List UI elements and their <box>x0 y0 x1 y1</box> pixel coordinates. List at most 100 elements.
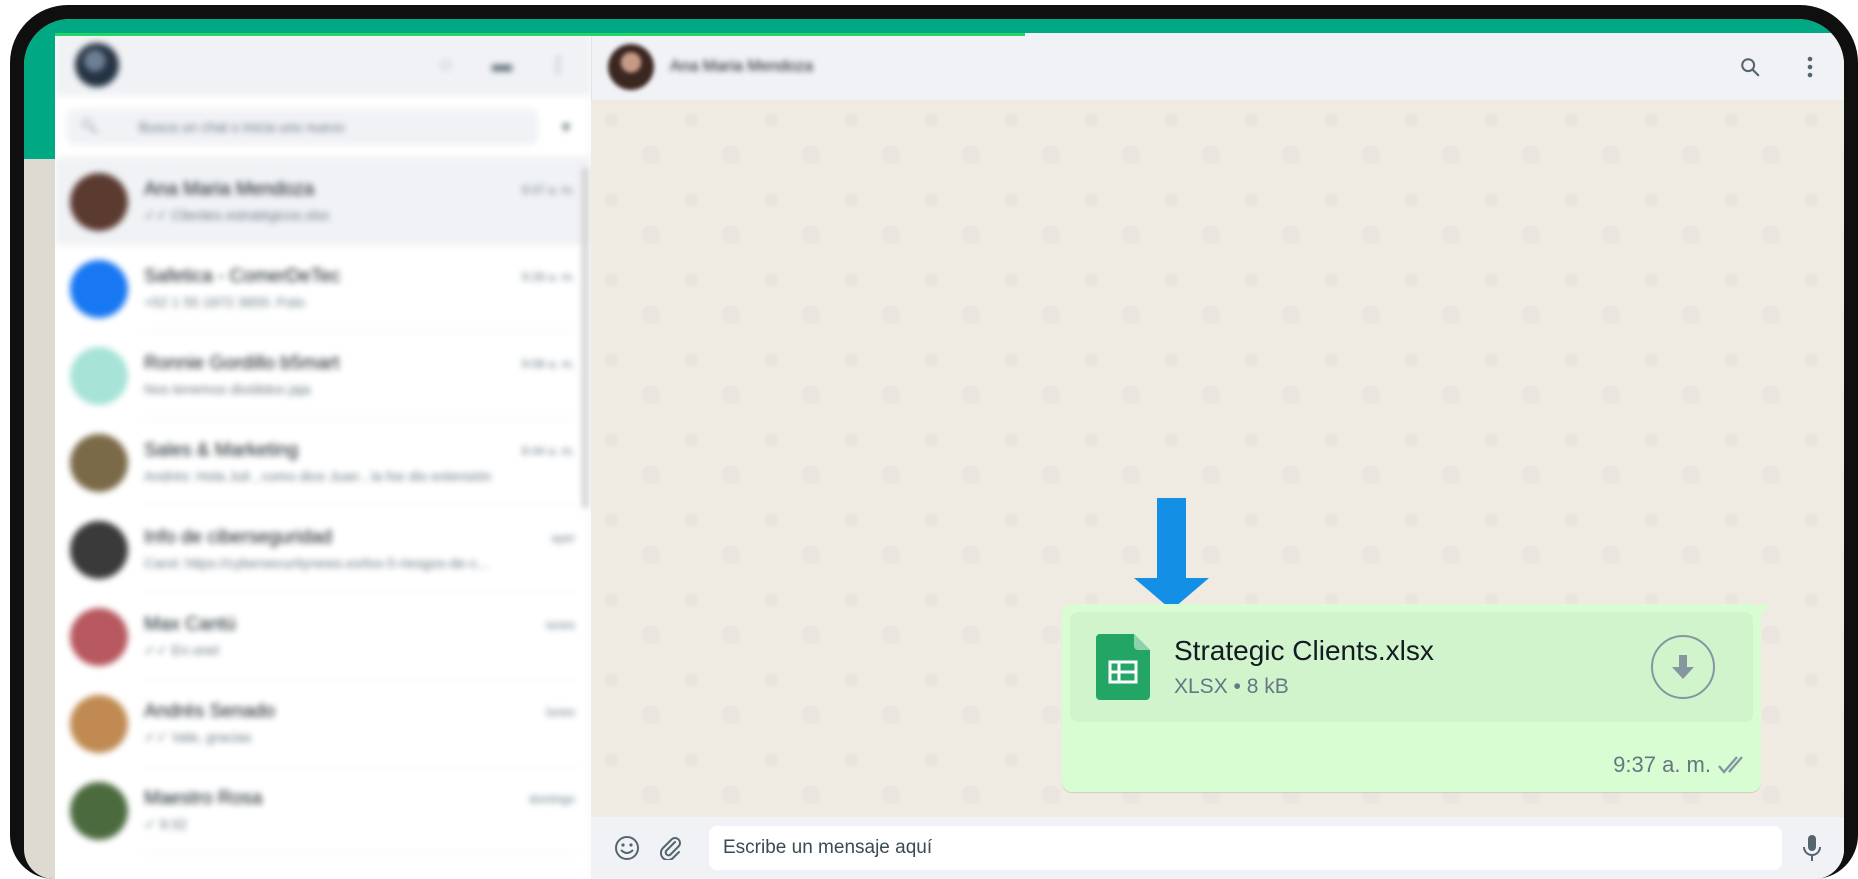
download-icon <box>1672 655 1694 679</box>
chat-row-top: Max Cantú lunes <box>144 614 575 636</box>
file-type: XLSX <box>1174 675 1228 698</box>
profile-avatar[interactable] <box>75 42 119 87</box>
chat-row-bottom: ✓✓ Clientes estratégicos.xlsx <box>144 201 575 224</box>
chat-time: lunes <box>546 617 575 632</box>
chat-list-item[interactable]: Sales & Marketing 8:44 a. m. Andrés: Hola … <box>55 419 590 506</box>
chat-name: Info de ciberseguridad <box>144 527 333 548</box>
arrow-down-icon <box>1134 498 1209 610</box>
chat-preview: +52 1 55 1872 3655: Foto <box>144 294 305 310</box>
spreadsheet-file-icon <box>1096 634 1150 700</box>
search-icon[interactable] <box>1730 47 1770 87</box>
chat-avatar <box>70 694 128 753</box>
bubble-tail <box>1759 604 1769 618</box>
chat-time: lunes <box>546 704 575 719</box>
message-composer <box>591 817 1844 879</box>
message-timestamp: 9:37 a. m. <box>1613 752 1749 778</box>
chat-name: Ana Maria Mendoza <box>144 178 315 200</box>
new-chat-icon[interactable]: ▬ <box>490 53 514 77</box>
search-icon: 🔍︎ <box>81 118 99 134</box>
chat-meta: Ronnie Gordillo b5mart 9:08 a. m. Nos tene… <box>144 332 575 419</box>
chat-preview: ✓ 9:32 <box>144 815 187 832</box>
chat-time: 9:28 a. m. <box>521 270 575 284</box>
message-input[interactable] <box>709 826 1782 870</box>
chat-list-item[interactable]: Ana Maria Mendoza 9:37 a. m. ✓✓ Clientes e… <box>55 158 590 245</box>
file-size: 8 kB <box>1246 675 1289 698</box>
chat-meta: Max Cantú lunes ✓✓ En onel <box>144 593 575 680</box>
window-background: ◌ ▬ ⋮ 🔍︎ Busca un chat o inicia uno nuev… <box>24 19 1844 879</box>
chat-preview: Carol: https://cybersecuritynews.es/los-… <box>144 555 489 571</box>
chat-avatar <box>70 781 128 840</box>
file-attachment[interactable]: Strategic Clients.xlsx XLSX • 8 kB <box>1070 612 1753 722</box>
contact-avatar[interactable] <box>608 43 654 90</box>
sidebar-header: ◌ ▬ ⋮ <box>55 33 590 96</box>
emoji-icon[interactable] <box>613 834 641 862</box>
conversation-panel: Ana Maria Mendoza Strategic Clients.xlsx… <box>591 33 1844 879</box>
message-area: Strategic Clients.xlsx XLSX • 8 kB 9:37 … <box>591 100 1844 817</box>
chat-time: 8:44 a. m. <box>521 444 575 458</box>
chat-row-bottom: Carol: https://cybersecuritynews.es/los-… <box>144 549 575 571</box>
chat-row-top: Safetica - ComerDeTec 9:28 a. m. <box>144 266 575 288</box>
chat-name: Andrés Senado <box>144 700 275 722</box>
chat-name: Ronnie Gordillo b5mart <box>144 353 340 374</box>
chat-name: Maestro Rosa <box>144 787 263 809</box>
chat-list-item[interactable]: Andrés Senado lunes ✓✓ Vale, gracias <box>55 680 590 767</box>
chat-list-item[interactable]: Ronnie Gordillo b5mart 9:08 a. m. Nos tene… <box>55 332 590 419</box>
double-check-icon <box>1718 756 1743 774</box>
sidebar-scrollbar[interactable] <box>582 168 588 508</box>
chat-preview: ✓✓ Clientes estratégicos.xlsx <box>144 206 330 223</box>
chat-name: Safetica - ComerDeTec <box>144 266 341 287</box>
search-placeholder: Busca un chat o inicia uno nuevo <box>138 118 345 135</box>
conversation-header: Ana Maria Mendoza <box>591 33 1844 100</box>
chat-time: domingo <box>528 791 575 806</box>
chat-preview: ✓✓ En onel <box>144 641 219 658</box>
chat-list-item[interactable]: Max Cantú lunes ✓✓ En onel <box>55 593 590 680</box>
whatsapp-web-app: ◌ ▬ ⋮ 🔍︎ Busca un chat o inicia uno nuev… <box>55 33 1844 879</box>
chat-preview: Andrés: Hola Juli , como dice Juan , la … <box>144 468 492 484</box>
chat-list-item[interactable]: Safetica - ComerDeTec 9:28 a. m. +52 1 55 … <box>55 245 590 332</box>
chat-row-top: Info de ciberseguridad ayer <box>144 527 575 549</box>
chat-name: Sales & Marketing <box>144 440 299 461</box>
search-box[interactable]: 🔍︎ Busca un chat o inicia uno nuevo <box>67 108 538 145</box>
chat-list: Ana Maria Mendoza 9:37 a. m. ✓✓ Clientes e… <box>55 158 590 854</box>
chat-name: Max Cantú <box>144 613 236 635</box>
chat-row-bottom: ✓✓ Vale, gracias <box>144 723 575 746</box>
chat-row-top: Ronnie Gordillo b5mart 9:08 a. m. <box>144 353 575 375</box>
chat-meta: Info de ciberseguridad ayer Carol: https:/… <box>144 506 575 593</box>
chat-time: 9:37 a. m. <box>521 182 575 197</box>
contact-name[interactable]: Ana Maria Mendoza <box>670 58 1710 76</box>
file-info-separator: • <box>1233 675 1241 698</box>
chat-row-bottom: ✓✓ En onel <box>144 636 575 659</box>
menu-icon[interactable]: ⋮ <box>546 53 570 77</box>
chat-sidebar: ◌ ▬ ⋮ 🔍︎ Busca un chat o inicia uno nuev… <box>55 33 591 879</box>
chat-meta: Ana Maria Mendoza 9:37 a. m. ✓✓ Clientes e… <box>144 158 575 245</box>
chat-list-item[interactable]: Info de ciberseguridad ayer Carol: https:/… <box>55 506 590 593</box>
mic-icon[interactable] <box>1798 834 1826 862</box>
chat-list-item[interactable]: Maestro Rosa domingo ✓ 9:32 <box>55 767 590 854</box>
chat-meta: Andrés Senado lunes ✓✓ Vale, gracias <box>144 680 575 767</box>
chat-avatar <box>70 259 128 318</box>
menu-icon[interactable] <box>1790 47 1830 87</box>
sidebar-search-row: 🔍︎ Busca un chat o inicia uno nuevo ▼ <box>55 96 590 158</box>
chat-meta: Sales & Marketing 8:44 a. m. Andrés: Hola … <box>144 419 575 506</box>
message-time: 9:37 a. m. <box>1613 752 1711 777</box>
attach-icon[interactable] <box>657 834 685 862</box>
chat-preview: Nos tenemos divididos jaja <box>144 381 311 397</box>
chat-row-top: Ana Maria Mendoza 9:37 a. m. <box>144 179 575 201</box>
outgoing-message-bubble[interactable]: Strategic Clients.xlsx XLSX • 8 kB 9:37 … <box>1062 604 1769 792</box>
chat-time: 9:08 a. m. <box>521 357 575 371</box>
chat-row-bottom: Nos tenemos divididos jaja <box>144 375 575 397</box>
chat-meta: Maestro Rosa domingo ✓ 9:32 <box>144 767 575 854</box>
chat-avatar <box>70 433 128 492</box>
filter-icon[interactable]: ▼ <box>554 119 578 135</box>
chat-time: ayer <box>551 531 575 545</box>
chat-row-bottom: +52 1 55 1872 3655: Foto <box>144 288 575 310</box>
status-icon[interactable]: ◌ <box>434 53 458 77</box>
download-button[interactable] <box>1651 635 1715 699</box>
chat-row-top: Andrés Senado lunes <box>144 701 575 723</box>
chat-preview: ✓✓ Vale, gracias <box>144 728 252 745</box>
chat-row-top: Maestro Rosa domingo <box>144 788 575 810</box>
chat-meta: Safetica - ComerDeTec 9:28 a. m. +52 1 55 … <box>144 245 575 332</box>
chat-avatar <box>70 520 128 579</box>
chat-avatar <box>70 346 128 405</box>
file-details: Strategic Clients.xlsx XLSX • 8 kB <box>1174 635 1651 699</box>
